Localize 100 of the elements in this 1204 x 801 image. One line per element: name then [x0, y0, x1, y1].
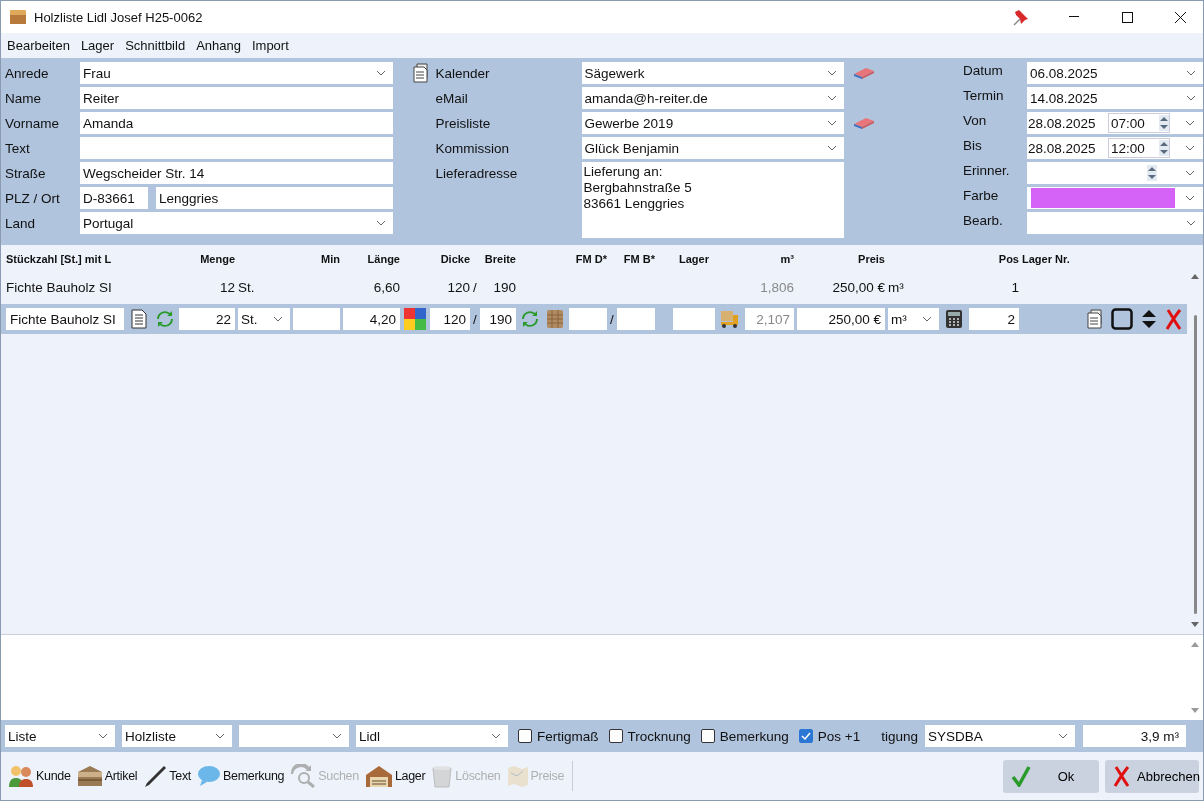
- color-picker[interactable]: [1027, 187, 1203, 209]
- column-header: Menge: [199, 253, 235, 265]
- checkmark-icon: [1011, 765, 1031, 787]
- menu-item[interactable]: Schnittbild: [125, 38, 186, 53]
- field-label: Preisliste: [435, 115, 492, 133]
- toolbar-button[interactable]: Bemerkung: [194, 765, 288, 787]
- toolbar-button[interactable]: Lager: [361, 764, 429, 788]
- trash-icon: [431, 764, 454, 788]
- combo-box[interactable]: St.: [238, 308, 290, 330]
- combo-box[interactable]: SYSDBA: [925, 725, 1076, 747]
- input-field[interactable]: Lenggries: [156, 187, 393, 209]
- delete-x-icon[interactable]: [1165, 308, 1183, 330]
- combo-box[interactable]: Gewerbe 2019: [581, 112, 844, 134]
- input-field[interactable]: Reiter: [80, 87, 393, 109]
- input-field[interactable]: Fichte Bauholz SI: [6, 308, 124, 330]
- combo-box[interactable]: Sägewerk: [581, 62, 844, 84]
- input-field[interactable]: Wegscheider Str. 14: [80, 162, 393, 184]
- text-area[interactable]: Lieferung an: Bergbahnstraße 5 83661 Lenggries: [581, 162, 844, 238]
- field-label: Erinner.: [963, 162, 1011, 180]
- table-cell-text: 6,60: [372, 279, 400, 295]
- field-label: Datum: [963, 62, 1004, 80]
- spinner-arrows-icon[interactable]: [1147, 165, 1157, 181]
- field-label: Lieferadresse: [435, 165, 519, 183]
- input-field[interactable]: 22: [179, 308, 235, 330]
- scroll-up-icon[interactable]: [1191, 641, 1199, 647]
- scroll-up-icon[interactable]: [1191, 273, 1199, 279]
- combo-box[interactable]: 14.08.2025: [1027, 87, 1203, 109]
- column-header: Pos: [997, 253, 1019, 265]
- people-icon: [8, 764, 34, 788]
- scroll-down-icon[interactable]: [1191, 622, 1199, 628]
- spinner-arrows-icon[interactable]: [1159, 115, 1169, 131]
- date-time-field[interactable]: 28.08.2025 12:00: [1027, 137, 1203, 159]
- spinner-arrows-icon[interactable]: [1159, 140, 1169, 156]
- forklift-icon[interactable]: [719, 309, 741, 329]
- combo-box[interactable]: amanda@h-reiter.de: [581, 87, 844, 109]
- checkbox[interactable]: Pos +1: [798, 728, 861, 744]
- separator-text: /: [610, 311, 614, 327]
- search-icon: [290, 764, 317, 788]
- combo-box[interactable]: m³: [888, 308, 939, 330]
- input-field[interactable]: [569, 308, 607, 330]
- field-label: tigung: [881, 728, 919, 744]
- scroll-down-icon[interactable]: [1191, 708, 1199, 714]
- field-label: PLZ / Ort: [5, 190, 61, 208]
- calculator-icon[interactable]: [945, 309, 963, 329]
- input-field[interactable]: [617, 308, 655, 330]
- pin-icon: [1012, 8, 1030, 26]
- input-field[interactable]: 2,107: [745, 308, 794, 330]
- input-field[interactable]: [673, 308, 715, 330]
- column-header: Dicke: [439, 253, 470, 265]
- menu-item[interactable]: Bearbeiten: [7, 38, 70, 53]
- input-field[interactable]: 2: [969, 308, 1019, 330]
- field-label: Text: [5, 140, 31, 158]
- column-header: FM B*: [622, 253, 655, 265]
- menu-item[interactable]: Anhang: [196, 38, 241, 53]
- combo-box[interactable]: Liste: [5, 725, 115, 747]
- map-icon: [506, 764, 529, 788]
- box-icon: [9, 9, 27, 25]
- wood-stack-icon[interactable]: [546, 309, 564, 329]
- input-field[interactable]: 120: [430, 308, 470, 330]
- combo-box[interactable]: Lidl: [356, 725, 508, 747]
- combo-box[interactable]: Glück Benjamin: [581, 137, 844, 159]
- reminder-field[interactable]: [1027, 162, 1203, 184]
- input-field[interactable]: Amanda: [80, 112, 393, 134]
- table-cell-text: m³: [888, 279, 905, 295]
- input-field[interactable]: 190: [480, 308, 516, 330]
- column-header: Länge: [366, 253, 400, 265]
- table-cell: /: [473, 279, 477, 295]
- square-icon[interactable]: [1111, 308, 1133, 330]
- ok-button[interactable]: Ok: [1003, 759, 1099, 793]
- input-field[interactable]: [80, 137, 393, 159]
- input-field[interactable]: 4,20: [343, 308, 400, 330]
- column-header: Breite: [483, 253, 516, 265]
- combo-box[interactable]: Portugal: [80, 212, 393, 234]
- table-cell-text: 12: [218, 279, 235, 295]
- menu-item[interactable]: Lager: [80, 38, 115, 53]
- date-time-field[interactable]: 28.08.2025 07:00: [1027, 112, 1203, 134]
- column-header: m³: [779, 253, 794, 265]
- checkbox[interactable]: Fertigmaß: [518, 728, 599, 744]
- document-icon[interactable]: [131, 309, 147, 329]
- eraser-icon[interactable]: [852, 67, 875, 79]
- checkbox[interactable]: Trocknung: [608, 728, 691, 744]
- input-field[interactable]: 250,00 €: [797, 308, 885, 330]
- checkbox[interactable]: Bemerkung: [700, 728, 789, 744]
- combo-box[interactable]: 06.08.2025: [1027, 62, 1203, 84]
- puzzle-icon[interactable]: [404, 308, 426, 330]
- input-field[interactable]: D-83661: [80, 187, 148, 209]
- copy-icon[interactable]: [1087, 309, 1105, 329]
- table-cell-text: 1: [1010, 279, 1019, 295]
- toolbar-button[interactable]: Artikel: [73, 764, 141, 788]
- notes-icon[interactable]: [412, 63, 431, 83]
- column-header: Lager: [678, 253, 710, 265]
- combo-box[interactable]: Frau: [80, 62, 393, 84]
- toolbar-button[interactable]: Kunde: [5, 764, 74, 788]
- input-field[interactable]: [293, 308, 340, 330]
- cancel-button[interactable]: Abbrechen: [1105, 759, 1199, 793]
- toolbar-button[interactable]: Text: [140, 764, 195, 788]
- eraser-icon[interactable]: [852, 117, 875, 129]
- close-icon: [1174, 11, 1186, 23]
- combo-box[interactable]: Holzliste: [122, 725, 232, 747]
- menu-item[interactable]: Import: [251, 38, 289, 53]
